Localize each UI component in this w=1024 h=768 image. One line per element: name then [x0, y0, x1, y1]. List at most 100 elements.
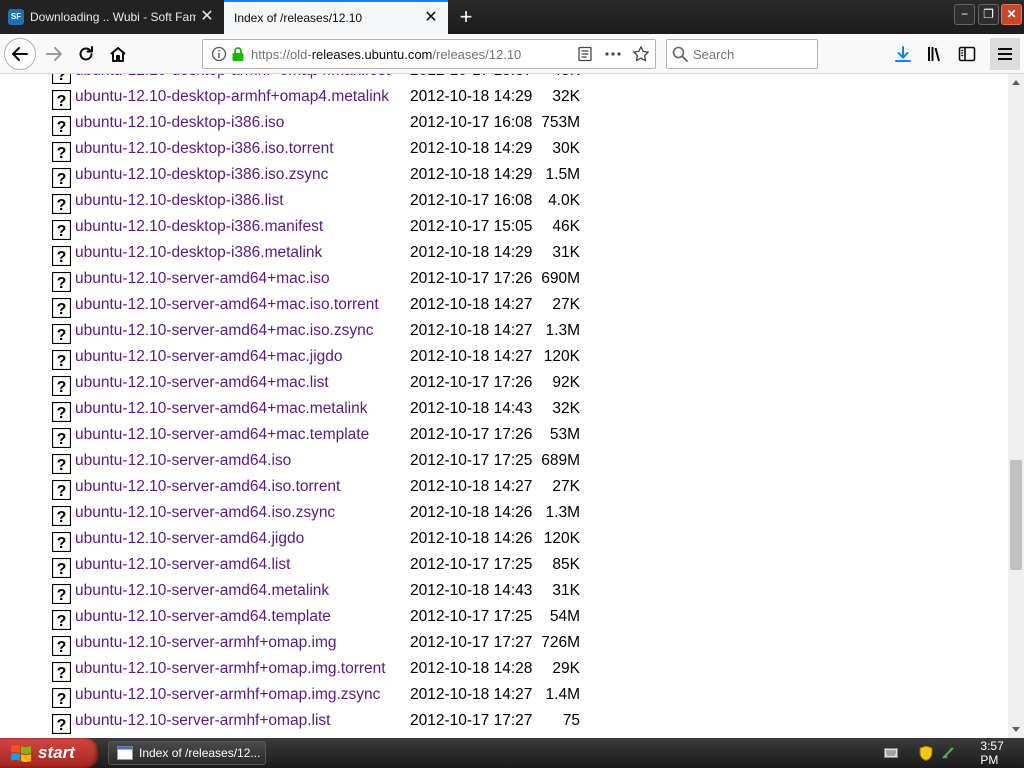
file-size: 27K	[552, 296, 580, 313]
minimize-button[interactable]: −	[954, 4, 975, 25]
vertical-scrollbar[interactable]	[1008, 74, 1024, 738]
unknown-file-icon: ?	[51, 219, 72, 241]
site-identity[interactable]	[203, 46, 251, 62]
file-size: 32K	[552, 400, 580, 417]
file-link[interactable]: ubuntu-12.10-server-amd64.iso.torrent	[75, 478, 340, 496]
svg-text:?: ?	[57, 119, 67, 136]
file-size: 120K	[543, 348, 580, 365]
search-input[interactable]: Search	[693, 47, 734, 62]
file-link[interactable]: ubuntu-12.10-server-armhf+omap.img	[75, 634, 336, 652]
file-link[interactable]: ubuntu-12.10-desktop-i386.manifest	[75, 218, 323, 236]
scroll-down-arrow-icon[interactable]	[1009, 723, 1023, 737]
file-link[interactable]: ubuntu-12.10-server-amd64+mac.jigdo	[75, 348, 343, 366]
file-row: ? ubuntu-12.10-server-amd64.list 2012-10-1…	[51, 554, 592, 580]
network-icon[interactable]	[937, 746, 958, 760]
unknown-file-icon: ?	[51, 609, 72, 631]
back-button[interactable]	[4, 38, 36, 70]
file-date: 2012-10-17 16:08	[410, 114, 533, 131]
svg-text:?: ?	[57, 561, 67, 578]
file-link[interactable]: ubuntu-12.10-desktop-i386.list	[75, 192, 284, 210]
file-link[interactable]: ubuntu-12.10-server-amd64.template	[75, 608, 331, 626]
downloads-button[interactable]	[888, 38, 918, 70]
file-link[interactable]: ubuntu-12.10-desktop-i386.metalink	[75, 244, 322, 262]
reader-view-button[interactable]	[571, 40, 599, 68]
sidebar-toggle-button[interactable]	[952, 38, 982, 70]
reader-view-icon	[578, 46, 592, 62]
file-link[interactable]: ubuntu-12.10-server-amd64+mac.iso.torren…	[75, 296, 379, 314]
reload-button[interactable]	[70, 38, 102, 70]
unknown-file-icon: ?	[51, 74, 72, 85]
file-link[interactable]: ubuntu-12.10-server-armhf+omap.img.torre…	[75, 660, 386, 678]
file-link[interactable]: ubuntu-12.10-server-amd64+mac.template	[75, 426, 369, 444]
file-link[interactable]: ubuntu-12.10-server-armhf+omap.img.zsync	[75, 686, 380, 704]
address-bar[interactable]: https://old-releases.ubuntu.com/releases…	[202, 39, 656, 69]
file-date: 2012-10-18 14:29	[410, 88, 533, 105]
file-size: 753M	[541, 114, 580, 131]
file-size: 726M	[541, 634, 580, 651]
library-button[interactable]	[920, 38, 950, 70]
file-row: ? ubuntu-12.10-desktop-i386.manifest 2012-…	[51, 216, 592, 242]
taskbar-item-firefox[interactable]: Index of /releases/12...	[108, 741, 266, 765]
unknown-file-icon: ?	[51, 557, 72, 579]
file-link[interactable]: ubuntu-12.10-server-amd64+mac.list	[75, 374, 329, 392]
file-link[interactable]: ubuntu-12.10-server-amd64.iso	[75, 452, 291, 470]
file-size: 31K	[552, 244, 580, 261]
tab-releases-index[interactable]: Index of /releases/12.10 ✕	[224, 0, 448, 34]
file-link[interactable]: ubuntu-12.10-server-amd64+mac.metalink	[75, 400, 368, 418]
file-row: ? ubuntu-12.10-server-armhf+omap.img.zsyn…	[51, 684, 592, 710]
file-row: ? ubuntu-12.10-server-amd64.jigdo 2012-10-…	[51, 528, 592, 554]
file-link[interactable]: ubuntu-12.10-desktop-i386.iso.zsync	[75, 166, 328, 184]
new-tab-button[interactable]: +	[452, 3, 480, 31]
file-date: 2012-10-17 17:26	[410, 374, 533, 391]
file-size: 31K	[552, 582, 580, 599]
file-link[interactable]: ubuntu-12.10-server-amd64+mac.iso	[75, 270, 330, 288]
file-link[interactable]: ubuntu-12.10-server-amd64.list	[75, 556, 290, 574]
search-bar[interactable]: Search	[666, 39, 818, 69]
close-tab-icon[interactable]: ✕	[420, 7, 442, 29]
file-link[interactable]: ubuntu-12.10-desktop-i386.iso	[75, 114, 284, 132]
file-size: 85K	[552, 556, 580, 573]
scrollbar-thumb[interactable]	[1010, 460, 1022, 570]
keyboard-icon[interactable]	[880, 748, 901, 758]
restore-button[interactable]: ❐	[978, 4, 999, 25]
svg-text:?: ?	[57, 379, 67, 396]
file-link[interactable]: ubuntu-12.10-server-amd64.metalink	[75, 582, 329, 600]
file-link[interactable]: ubuntu-12.10-desktop-i386.iso.torrent	[75, 140, 334, 158]
file-size: 27K	[552, 478, 580, 495]
file-row: ? ubuntu-12.10-server-amd64+mac.list 2012-…	[51, 372, 592, 398]
close-window-button[interactable]: ✕	[1001, 4, 1022, 25]
tab-wubi-download[interactable]: SF Downloading .. Wubi - Soft Famous ✕	[0, 0, 224, 34]
svg-text:?: ?	[57, 301, 67, 318]
home-button[interactable]	[102, 38, 134, 70]
open-menu-button[interactable]	[990, 38, 1020, 70]
file-size: 43K	[520, 74, 580, 80]
file-link[interactable]: ubuntu-12.10-desktop-armhf+omap4.manifes…	[75, 74, 390, 80]
more-dots-icon	[605, 52, 621, 56]
close-tab-icon[interactable]: ✕	[196, 6, 218, 28]
taskbar: start Index of /releases/12... 3:57 PM	[0, 738, 1024, 768]
file-link[interactable]: ubuntu-12.10-server-amd64.iso.zsync	[75, 504, 335, 522]
bookmark-star-button[interactable]	[627, 40, 655, 68]
home-icon	[110, 47, 126, 62]
file-date: 2012-10-18 14:26	[410, 504, 533, 521]
file-size: 690M	[541, 270, 580, 287]
file-size: 54M	[549, 608, 580, 625]
file-link[interactable]: ubuntu-12.10-server-armhf+omap.list	[75, 712, 330, 730]
security-shield-icon[interactable]	[915, 745, 936, 761]
svg-text:?: ?	[57, 535, 67, 552]
file-link[interactable]: ubuntu-12.10-server-amd64.jigdo	[75, 530, 304, 548]
page-actions-button[interactable]	[599, 40, 627, 68]
unknown-file-icon: ?	[51, 635, 72, 657]
url-text[interactable]: https://old-releases.ubuntu.com/releases…	[251, 47, 571, 62]
forward-button[interactable]	[38, 38, 70, 70]
unknown-file-icon: ?	[51, 297, 72, 319]
file-date: 2012-10-17 15:37	[410, 74, 532, 80]
file-row: ? ubuntu-12.10-desktop-armhf+omap4.metali…	[51, 86, 592, 112]
start-button[interactable]: start	[0, 738, 98, 768]
file-link[interactable]: ubuntu-12.10-desktop-armhf+omap4.metalin…	[75, 88, 389, 106]
file-date: 2012-10-18 14:27	[410, 296, 533, 313]
clock[interactable]: 3:57 PM	[980, 739, 1024, 767]
scroll-up-arrow-icon[interactable]	[1009, 75, 1023, 89]
unknown-file-icon: ?	[51, 505, 72, 527]
file-link[interactable]: ubuntu-12.10-server-amd64+mac.iso.zsync	[75, 322, 374, 340]
